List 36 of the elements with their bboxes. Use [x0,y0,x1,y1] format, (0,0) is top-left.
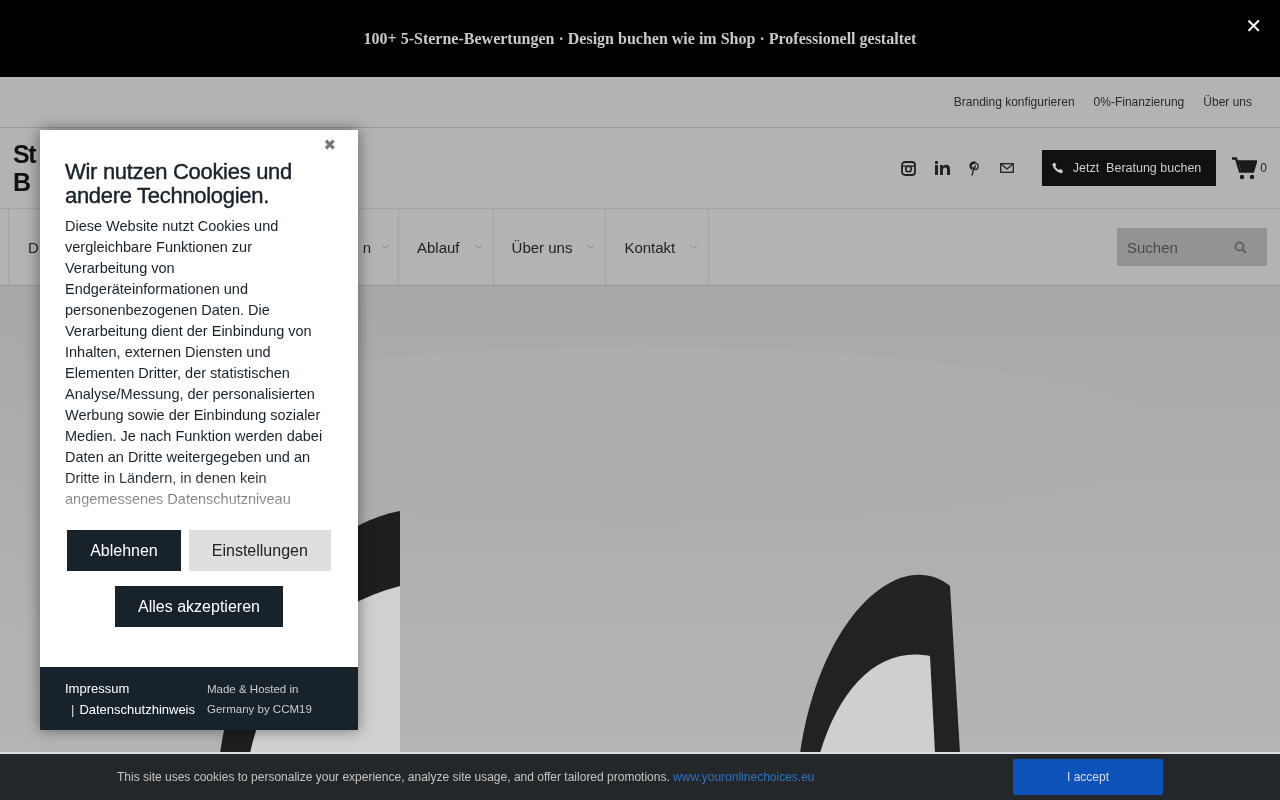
dialog-text: Diese Website nutzt Cookies und vergleichbare Funktionen zur Verarbeitung von Endgeräteinformationen und personenbezogenen Daten. Die Verarbeitung dient der Einbindung von Inhalten, externen Diensten und Elementen Dritter, der statistischen Analyse/Messung, der personalisierten Werbung sowie der Einbindung sozialer Medien. Je nach Funktion werden dabei Daten an Dritte weitergegeben und an Dritte in Ländern, in denen kein angemessenes Datenschutzniveau [65,217,323,509]
footer-link[interactable]: Datenschutzhinweis [79,701,195,717]
pinterest-icon[interactable] [968,160,981,176]
instagram-icon[interactable] [900,160,916,176]
chevron-down-icon [473,244,483,250]
phone-icon [1051,162,1064,174]
consultation-button[interactable]: Jetzt Beratung buchen [1041,150,1217,186]
nav-item[interactable]: n [358,209,398,285]
close-button[interactable]: ✖ [323,136,336,154]
nav-item[interactable]: Über uns [492,209,606,285]
announcement-text: 100+ 5-Sterne-Bewertungen · Design buchen wie im Shop · Professionell gestaltet [363,29,917,48]
accept-button[interactable]: I accept [1013,759,1163,795]
consent-button[interactable]: Ablehnen [67,530,181,571]
settings-button[interactable]: Einstellungen [188,530,331,571]
search-field[interactable]: Suchen [1117,228,1267,266]
cart-icon[interactable] [1232,156,1258,180]
close-button[interactable]: ✕ [1245,14,1262,38]
nav-item[interactable]: Kontakt [605,209,710,285]
top-link[interactable]: Über uns [1203,95,1252,109]
dialog-title: Wir nutzen Cookies und andere Technologien. [65,160,293,208]
linkedin-icon[interactable] [934,161,950,175]
chevron-down-icon [381,244,390,250]
chevron-down-icon [689,244,699,250]
separator-text: | [71,701,75,717]
top-link[interactable]: Branding konfigurieren [953,95,1075,109]
chevron-down-icon [586,244,596,250]
credit-text: Made & Hosted in Germany by CCM19 [207,681,313,717]
nav-item[interactable]: Ablauf [398,209,493,285]
logo-text[interactable]: B [13,168,30,196]
mail-icon[interactable] [999,163,1014,173]
cookie-notice-text: This site uses cookies to personalize your experience, analyze site usage, and offer tailored promotions. www.youronlinechoices.eu [117,770,815,784]
footer-link[interactable]: Impressum [65,680,207,696]
logo-text[interactable]: St [13,140,35,168]
cart-count: 0 [1260,161,1267,175]
consent-button[interactable]: Alles akzeptieren [115,586,283,627]
top-link[interactable]: 0%-Finanzierung [1093,95,1185,109]
